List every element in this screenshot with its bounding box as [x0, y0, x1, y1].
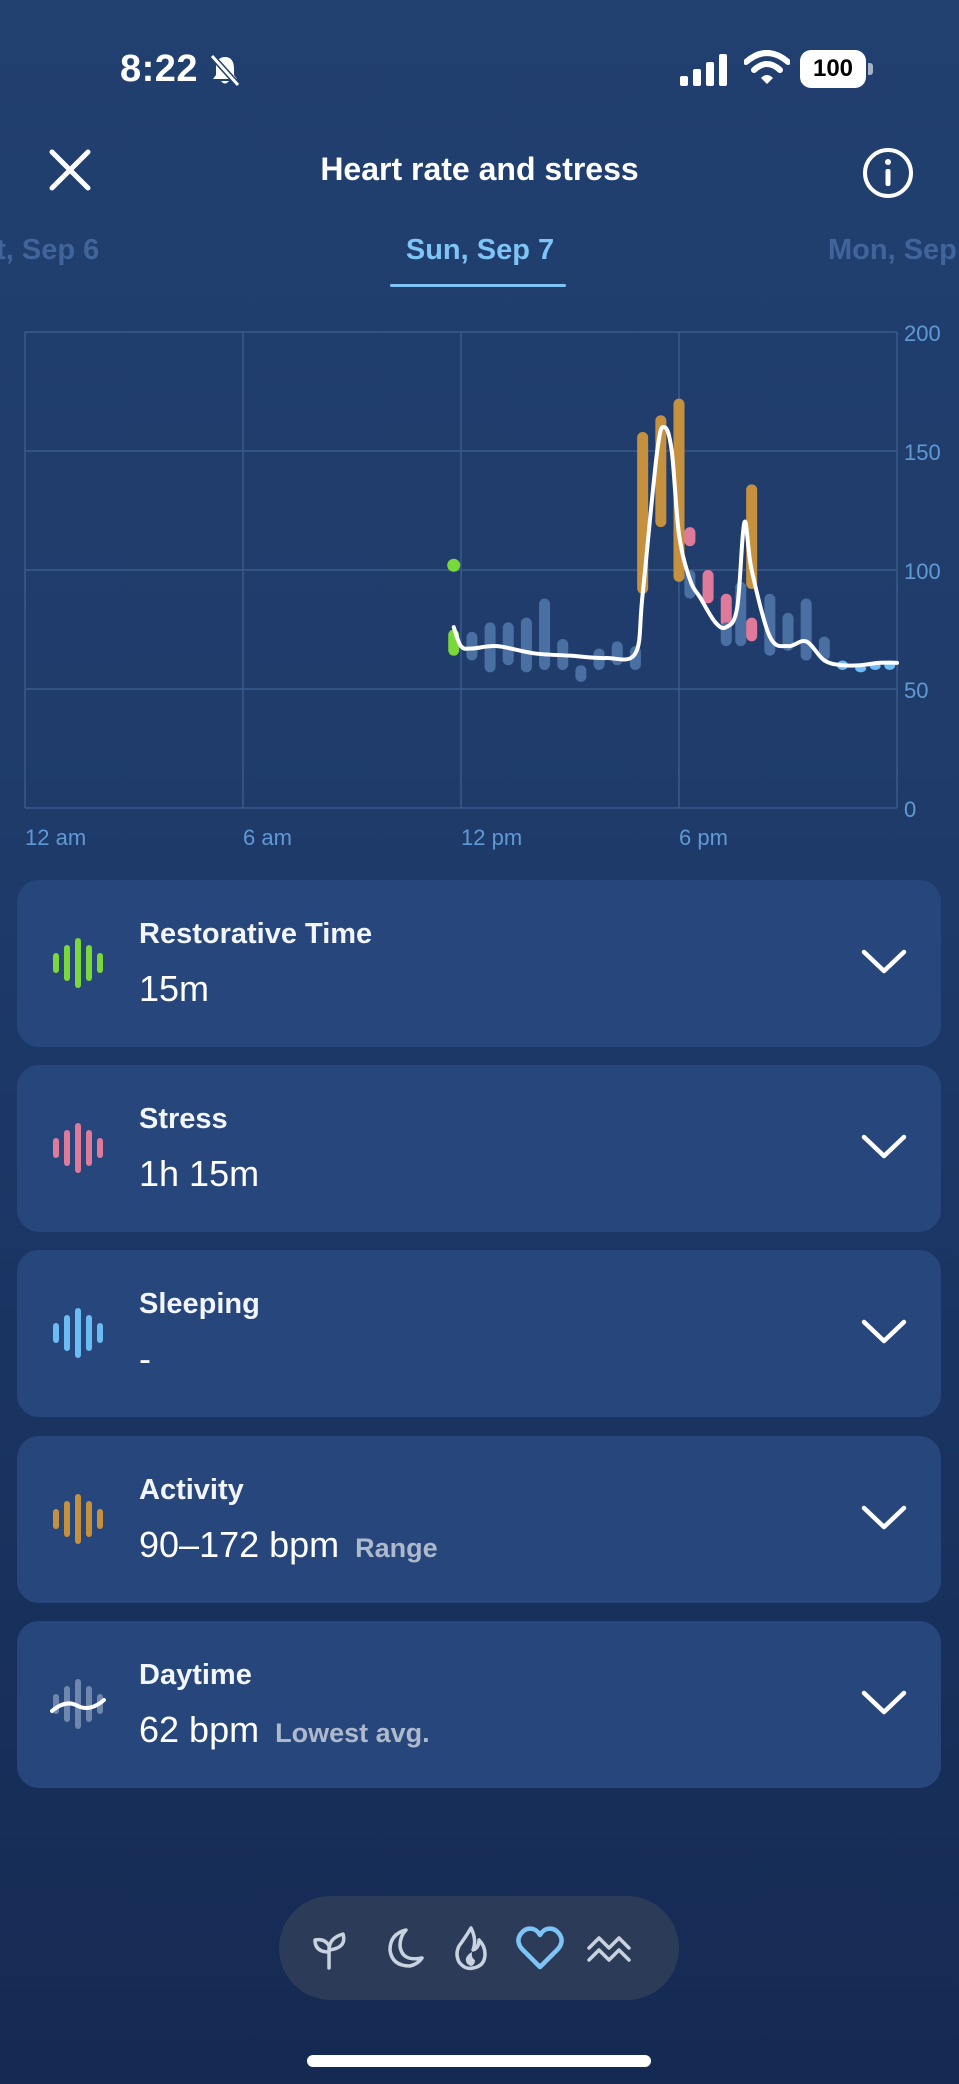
- activity-waveform-icon: [53, 1494, 103, 1544]
- waves-icon[interactable]: [583, 1922, 635, 1974]
- card-subtext: Range: [355, 1533, 438, 1563]
- signal-icon: [680, 54, 727, 86]
- chevron-down-icon[interactable]: [860, 1502, 908, 1532]
- restorative-time-card[interactable]: Restorative Time 15m: [17, 880, 941, 1047]
- card-value: 15m: [139, 968, 210, 1009]
- card-title: Daytime: [139, 1659, 252, 1691]
- card-value: 62 bpm Lowest avg.: [139, 1709, 430, 1750]
- status-bar: 8:22 100: [0, 0, 959, 140]
- battery-level: 100: [800, 50, 866, 88]
- neutral-segment: [466, 631, 478, 661]
- card-title: Sleeping: [139, 1288, 260, 1320]
- y-tick-label: 150: [904, 440, 941, 465]
- heart-icon[interactable]: [514, 1922, 566, 1974]
- restorative-waveform-icon: [53, 938, 103, 988]
- chevron-down-icon[interactable]: [860, 1687, 908, 1717]
- neutral-segment: [800, 598, 812, 661]
- chevron-down-icon[interactable]: [860, 1131, 908, 1161]
- y-tick-label: 0: [904, 797, 916, 822]
- x-tick-label: 6 am: [243, 825, 292, 850]
- moon-icon[interactable]: [376, 1922, 428, 1974]
- neutral-segment: [520, 617, 532, 673]
- card-title: Activity: [139, 1474, 244, 1506]
- card-title: Restorative Time: [139, 918, 373, 950]
- x-tick-label: 12 pm: [461, 825, 522, 850]
- chevron-down-icon[interactable]: [860, 946, 908, 976]
- wifi-icon: [744, 50, 790, 84]
- neutral-segment: [539, 598, 551, 670]
- stress-card[interactable]: Stress 1h 15m: [17, 1065, 941, 1232]
- bell-slash-icon: [209, 53, 241, 88]
- selected-tab-indicator: [390, 284, 566, 287]
- y-tick-label: 50: [904, 678, 928, 703]
- neutral-segment: [575, 665, 587, 682]
- sleeping-card[interactable]: Sleeping -: [17, 1250, 941, 1417]
- x-tick-label: 6 pm: [679, 825, 728, 850]
- y-tick-label: 100: [904, 559, 941, 584]
- sleeping-waveform-icon: [53, 1308, 103, 1358]
- page-title: Heart rate and stress: [320, 151, 639, 187]
- status-time: 8:22: [120, 48, 199, 90]
- card-value: -: [139, 1338, 151, 1379]
- home-indicator: [307, 2055, 651, 2067]
- daytime-hr-icon: [50, 1679, 106, 1729]
- activity-card[interactable]: Activity 90–172 bpm Range: [17, 1436, 941, 1603]
- card-subtext: Lowest avg.: [275, 1718, 430, 1748]
- battery-icon: 100: [800, 50, 874, 88]
- stress-segment: [746, 617, 758, 642]
- stress-segment: [684, 527, 696, 547]
- flame-icon[interactable]: [445, 1922, 497, 1974]
- tab-previous-day[interactable]: at, Sep 6: [0, 234, 99, 267]
- stress-segment: [720, 593, 732, 628]
- tab-current-day[interactable]: Sun, Sep 7: [390, 234, 570, 267]
- stress-waveform-icon: [53, 1123, 103, 1173]
- stress-segment: [702, 570, 714, 604]
- sprout-icon[interactable]: [307, 1922, 359, 1974]
- tab-next-day[interactable]: Mon, Sep: [828, 234, 957, 267]
- card-value: 1h 15m: [139, 1153, 260, 1194]
- restorative-segment: [447, 558, 461, 572]
- heart-rate-chart[interactable]: 200 150 100 50 0 12 am 6 am 12 pm 6 pm: [0, 310, 959, 870]
- bottom-nav: [279, 1896, 679, 2000]
- chevron-down-icon[interactable]: [860, 1316, 908, 1346]
- y-tick-label: 200: [904, 321, 941, 346]
- card-value: 90–172 bpm Range: [139, 1524, 438, 1565]
- daytime-card[interactable]: Daytime 62 bpm Lowest avg.: [17, 1621, 941, 1788]
- x-tick-label: 12 am: [25, 825, 86, 850]
- neutral-segment: [611, 641, 623, 666]
- card-title: Stress: [139, 1103, 228, 1135]
- info-icon[interactable]: [861, 146, 915, 200]
- neutral-segment: [502, 622, 514, 666]
